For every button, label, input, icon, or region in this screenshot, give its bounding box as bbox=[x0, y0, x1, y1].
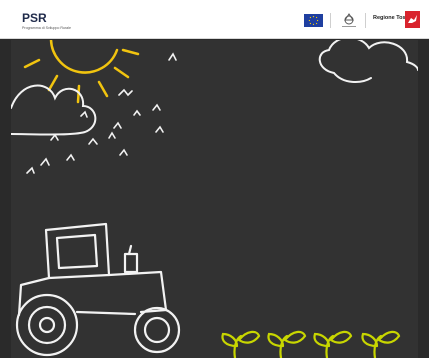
psr-logo[interactable]: PSR Programma di Sviluppo Rurale bbox=[22, 11, 71, 30]
sprout-row bbox=[221, 330, 401, 358]
header-bar: PSR Programma di Sviluppo Rurale Regione… bbox=[0, 0, 429, 39]
bird-icon bbox=[119, 148, 128, 156]
cloud-icon bbox=[318, 40, 418, 83]
bird-flock bbox=[26, 52, 177, 174]
bird-icon bbox=[118, 88, 133, 97]
bird-icon bbox=[50, 133, 59, 141]
psr-logo-text: PSR bbox=[22, 11, 47, 25]
divider bbox=[365, 13, 366, 28]
bird-icon bbox=[40, 157, 50, 166]
bird-icon bbox=[108, 131, 116, 139]
bird-icon bbox=[155, 125, 164, 133]
bird-icon bbox=[152, 103, 161, 111]
bird-icon bbox=[80, 110, 88, 118]
bird-icon bbox=[168, 52, 177, 61]
bird-icon bbox=[26, 166, 35, 174]
cloud-icon bbox=[11, 84, 97, 136]
chalkboard-illustration bbox=[11, 40, 418, 358]
bird-icon bbox=[133, 109, 141, 116]
pegaso-logo-icon bbox=[405, 11, 420, 28]
sprout-icon bbox=[361, 330, 401, 358]
sprout-icon bbox=[313, 330, 353, 358]
sprout-icon bbox=[267, 330, 307, 358]
bird-icon bbox=[66, 153, 75, 161]
tractor-icon bbox=[15, 222, 181, 357]
bird-icon bbox=[113, 121, 122, 129]
psr-tagline: Programma di Sviluppo Rurale bbox=[22, 26, 71, 30]
divider bbox=[330, 13, 331, 28]
bird-icon bbox=[88, 137, 98, 145]
sprout-icon bbox=[221, 330, 261, 358]
republic-emblem-icon bbox=[342, 13, 356, 27]
chalk-drawing bbox=[11, 40, 418, 358]
eu-flag-icon bbox=[304, 14, 323, 27]
